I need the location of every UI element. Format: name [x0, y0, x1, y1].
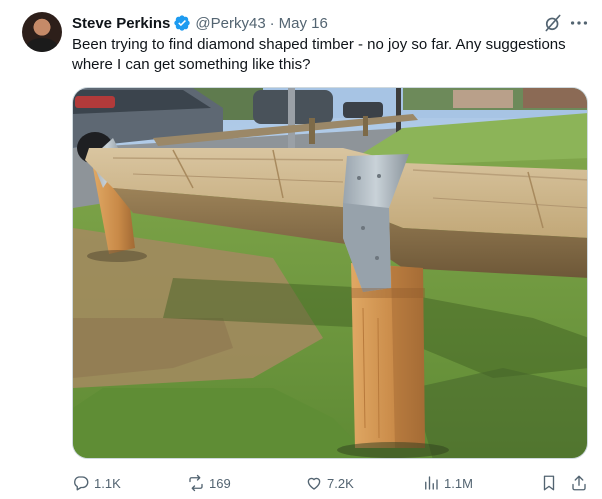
tweet-date[interactable]: May 16 — [279, 15, 328, 32]
tweet[interactable]: Steve Perkins @Perky43 · May 16 Been try… — [0, 0, 602, 499]
heart-icon — [307, 477, 321, 490]
verified-badge-icon — [174, 15, 191, 31]
action-bar: 1.1K 169 7.2K 1.1M — [72, 472, 590, 494]
bookmark-button[interactable] — [540, 472, 558, 494]
reply-count: 1.1K — [94, 475, 121, 491]
separator: · — [269, 14, 275, 32]
grok-icon[interactable] — [543, 13, 563, 33]
like-count: 7.2K — [327, 475, 354, 491]
share-icon — [572, 475, 586, 491]
views-icon — [425, 476, 438, 490]
more-icon[interactable] — [568, 12, 590, 34]
author-handle[interactable]: @Perky43 — [195, 15, 265, 32]
like-button[interactable]: 7.2K — [305, 472, 354, 494]
repost-count: 169 — [209, 475, 231, 491]
tweet-text: Been trying to find diamond shaped timbe… — [72, 36, 566, 73]
repost-button[interactable]: 169 — [187, 472, 231, 494]
bookmark-icon — [543, 475, 555, 491]
tweet-header: Steve Perkins @Perky43 · May 16 — [72, 13, 328, 33]
repost-icon — [189, 474, 203, 492]
avatar[interactable] — [22, 12, 62, 52]
timber-barrier-photo — [73, 88, 587, 458]
views-button[interactable]: 1.1M — [422, 472, 473, 494]
views-count: 1.1M — [444, 475, 473, 491]
reply-icon — [74, 476, 89, 491]
author-name[interactable]: Steve Perkins — [72, 15, 170, 32]
share-button[interactable] — [570, 472, 588, 494]
tweet-image[interactable] — [72, 87, 588, 459]
reply-button[interactable]: 1.1K — [72, 472, 121, 494]
